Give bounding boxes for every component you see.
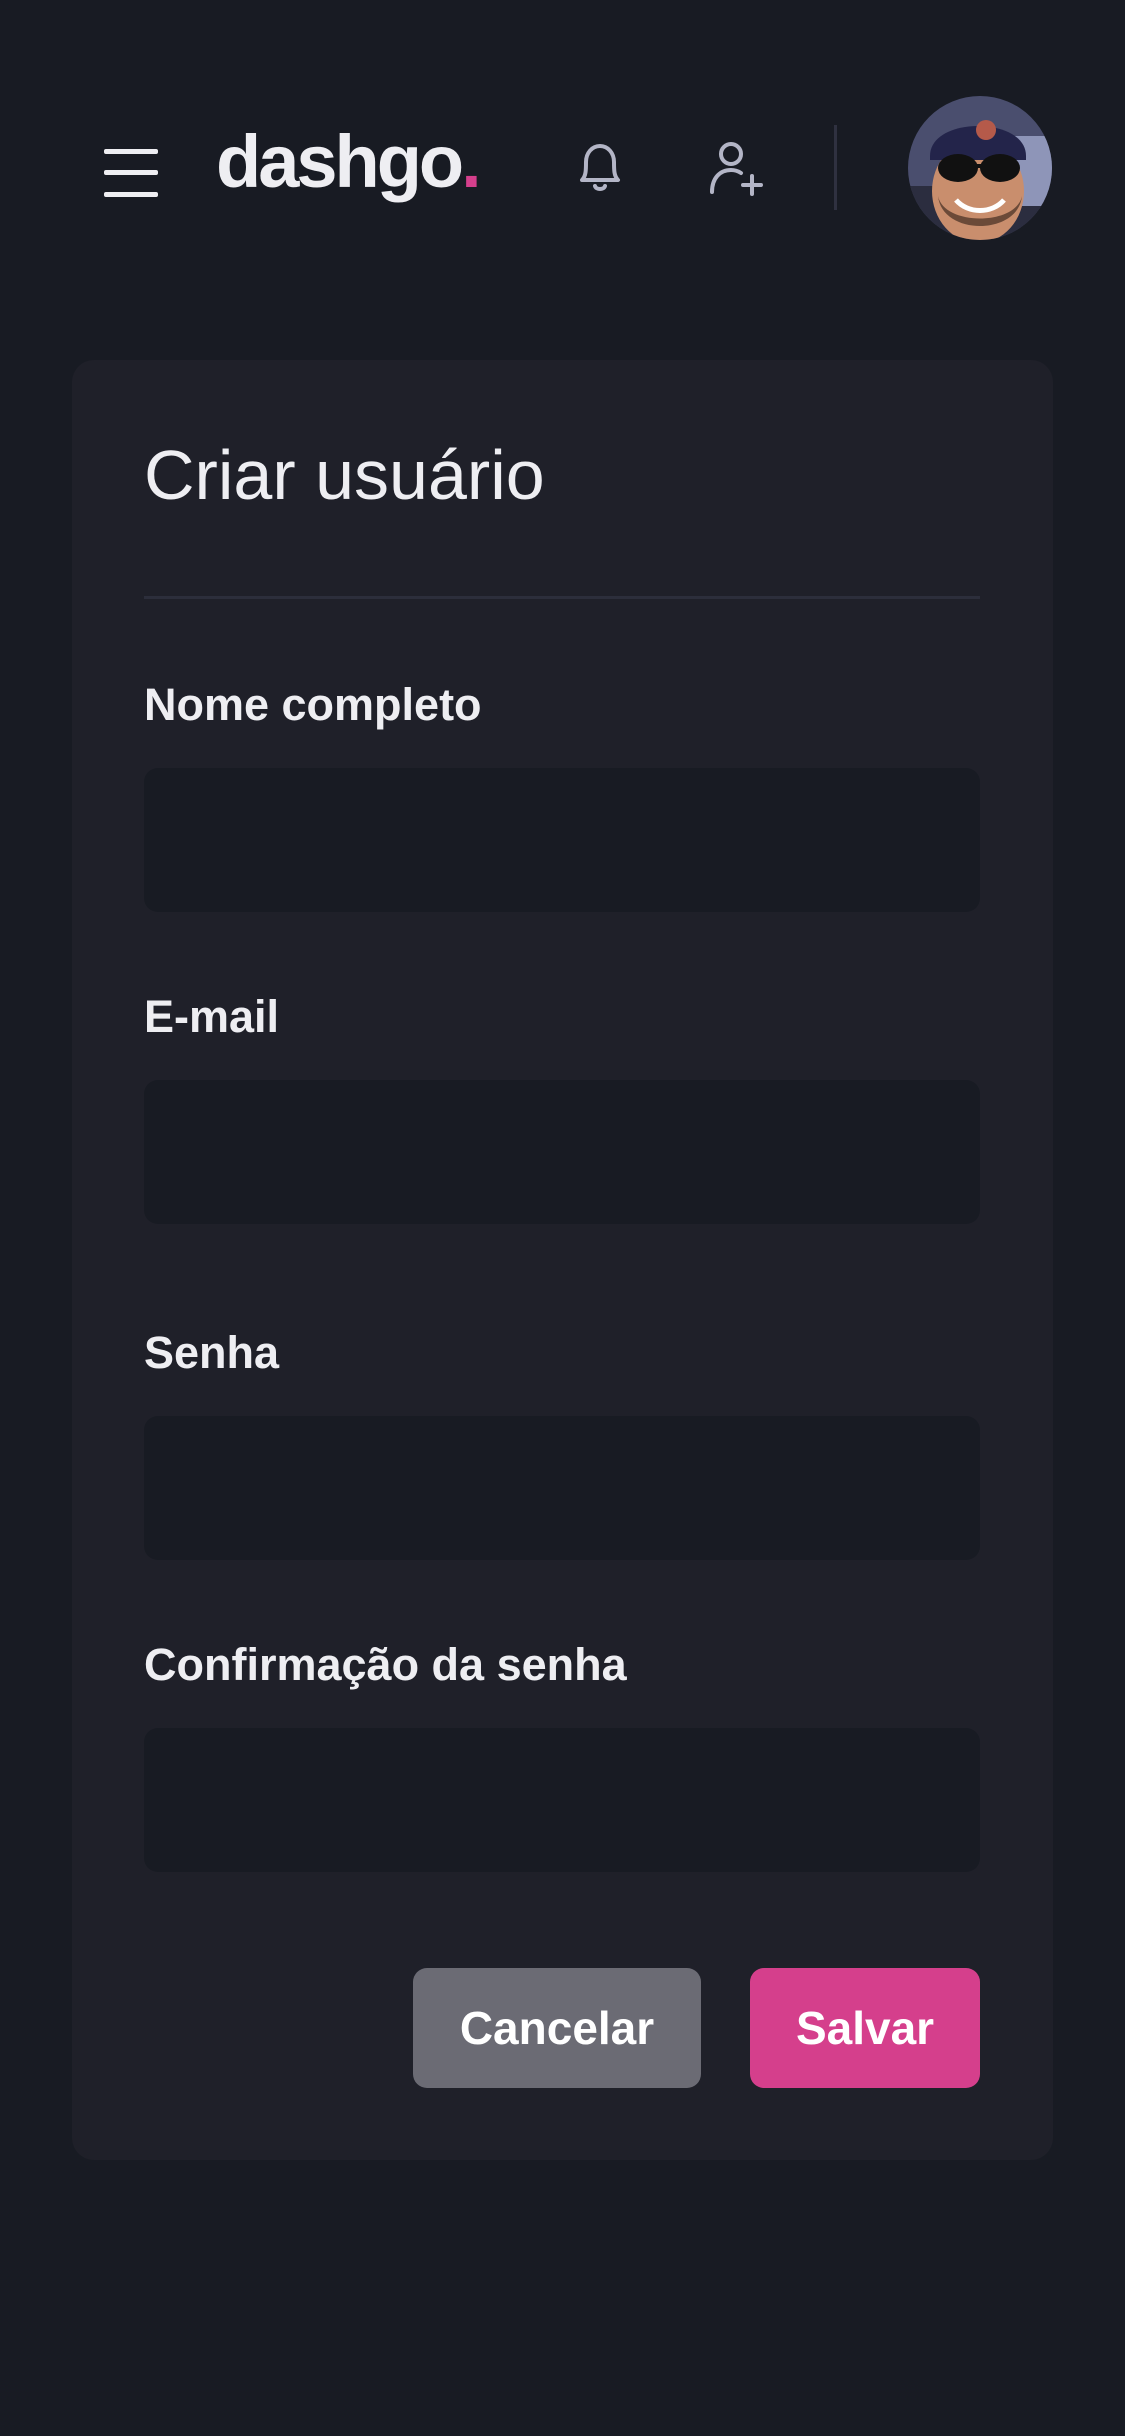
password-label: Senha — [144, 1327, 280, 1378]
logo-text: dashgo — [216, 120, 464, 203]
create-user-card: Criar usuário Nome completo E-mail Senha… — [72, 360, 1053, 2160]
password-input[interactable] — [144, 1416, 980, 1560]
full-name-label: Nome completo — [144, 679, 482, 730]
password-confirmation-label: Confirmação da senha — [144, 1639, 627, 1690]
email-label: E-mail — [144, 991, 280, 1042]
password-confirmation-input[interactable] — [144, 1728, 980, 1872]
cancel-button[interactable]: Cancelar — [413, 1968, 701, 2088]
title-divider — [144, 596, 980, 599]
header: dashgo. — [0, 0, 1125, 340]
logo-dot: . — [461, 120, 481, 203]
logo: dashgo. — [216, 125, 482, 199]
bell-icon[interactable] — [568, 136, 632, 200]
menu-icon[interactable] — [100, 145, 164, 201]
user-plus-icon[interactable] — [704, 136, 768, 200]
full-name-input[interactable] — [144, 768, 980, 912]
save-button[interactable]: Salvar — [750, 1968, 980, 2088]
email-input[interactable] — [144, 1080, 980, 1224]
header-divider — [834, 125, 837, 210]
avatar[interactable] — [908, 96, 1052, 240]
page-title: Criar usuário — [144, 436, 545, 514]
